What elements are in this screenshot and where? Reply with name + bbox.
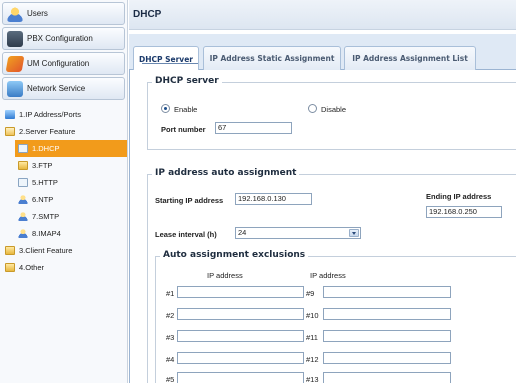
exclusion-ip-input[interactable]	[323, 308, 451, 320]
lease-interval-label: Lease interval (h)	[155, 230, 217, 239]
tree-item-server-feature[interactable]: 2.Server Feature	[0, 123, 127, 140]
tree-item-ip-address-ports[interactable]: 1.IP Address/Ports	[0, 106, 127, 123]
exclusion-row-label: #13	[306, 375, 319, 383]
ending-ip-input[interactable]: 192.168.0.250	[426, 206, 502, 218]
starting-ip-input[interactable]: 192.168.0.130	[235, 193, 312, 205]
exclusion-ip-input[interactable]	[177, 352, 304, 364]
folder-icon	[5, 263, 15, 272]
tab-label: IP Address Assignment List	[352, 54, 468, 63]
tab-dhcp-server[interactable]: DHCP Server	[133, 46, 199, 71]
nav-section-label: Network Service	[27, 84, 86, 93]
nav-section-label: PBX Configuration	[27, 34, 93, 43]
nav-section-pbx-configuration[interactable]: PBX Configuration	[2, 27, 125, 50]
main-panel: DHCP DHCP Server IP Address Static Assig…	[129, 0, 516, 383]
tree-item-label: 3.Client Feature	[19, 246, 73, 255]
exclusion-row-label: #11	[306, 333, 318, 342]
nav-section-label: UM Configuration	[27, 59, 90, 68]
enable-radio[interactable]	[161, 104, 170, 113]
tab-ip-address-static-assignment[interactable]: IP Address Static Assignment	[203, 46, 341, 70]
group-title: DHCP server	[152, 76, 222, 86]
tree-item-client-feature[interactable]: 3.Client Feature	[0, 242, 127, 259]
disable-label: Disable	[321, 105, 347, 114]
tree-item-ntp[interactable]: 6.NTP	[0, 191, 127, 208]
dhcp-server-group: DHCP server	[147, 76, 516, 150]
port-number-label: Port number	[161, 125, 206, 134]
ip-address-column-header: IP address	[207, 271, 243, 280]
exclusion-row-label: #1	[166, 289, 175, 298]
tree-item-label: 1.DHCP	[32, 144, 60, 153]
exclusion-row-label: #10	[306, 311, 319, 320]
tree-item-label: 8.IMAP4	[32, 229, 61, 238]
tree-item-other[interactable]: 4.Other	[0, 259, 127, 276]
tab-label: IP Address Static Assignment	[209, 54, 335, 63]
um-icon	[5, 55, 25, 72]
tree-item-ftp[interactable]: 3.FTP	[0, 157, 127, 174]
tree-item-label: 6.NTP	[32, 195, 54, 204]
document-icon	[18, 178, 28, 187]
ip-address-column-header: IP address	[310, 271, 346, 280]
folder-open-icon	[5, 127, 15, 136]
exclusion-ip-input[interactable]	[177, 372, 304, 383]
group-title: Auto assignment exclusions	[160, 250, 309, 260]
tree-item-label: 2.Server Feature	[19, 127, 76, 136]
nav-section-label: Users	[27, 9, 48, 18]
exclusion-ip-input[interactable]	[323, 372, 451, 383]
group-title: IP address auto assignment	[152, 168, 300, 178]
page-title: DHCP	[129, 0, 516, 30]
port-number-input[interactable]: 67	[215, 122, 292, 134]
tree-item-label: 7.SMTP	[32, 212, 60, 221]
tab-ip-address-assignment-list[interactable]: IP Address Assignment List	[344, 46, 476, 70]
nav-section-um-configuration[interactable]: UM Configuration	[2, 52, 125, 75]
tree-item-smtp[interactable]: 7.SMTP	[0, 208, 127, 225]
tree-item-label: 4.Other	[19, 263, 45, 272]
tree-item-imap4[interactable]: 8.IMAP4	[0, 225, 127, 242]
nav-section-users[interactable]: Users	[2, 2, 125, 25]
tab-strip: DHCP Server IP Address Static Assignment…	[129, 34, 516, 71]
lease-interval-select[interactable]: 24	[235, 227, 361, 239]
folder-icon	[5, 246, 15, 255]
nav-tree: 1.IP Address/Ports 2.Server Feature 1.DH…	[0, 106, 127, 276]
users-icon	[7, 5, 23, 22]
exclusion-ip-input[interactable]	[323, 286, 451, 298]
exclusion-row-label: #12	[306, 355, 319, 364]
user-icon	[18, 229, 28, 238]
tab-content: DHCP server Enable Disable Port number 6…	[129, 70, 516, 383]
exclusion-row-label: #9	[306, 289, 315, 298]
disable-radio[interactable]	[308, 104, 317, 113]
tree-item-label: 1.IP Address/Ports	[19, 110, 81, 119]
starting-ip-label: Starting IP address	[155, 196, 224, 205]
exclusion-row-label: #3	[166, 333, 175, 342]
ending-ip-label: Ending IP address	[426, 192, 492, 201]
exclusion-ip-input[interactable]	[177, 286, 304, 298]
tree-item-label: 3.FTP	[32, 161, 53, 170]
exclusion-ip-input[interactable]	[177, 308, 304, 320]
exclusion-ip-input[interactable]	[323, 352, 451, 364]
network-icon	[7, 80, 23, 97]
nav-section-network-service[interactable]: Network Service	[2, 77, 125, 100]
exclusion-ip-input[interactable]	[177, 330, 304, 342]
exclusion-row-label: #2	[166, 311, 175, 320]
exclusion-row-label: #5	[166, 375, 175, 383]
chevron-down-icon[interactable]	[349, 229, 359, 237]
enable-label: Enable	[174, 105, 198, 114]
document-icon	[18, 144, 28, 153]
exclusion-row-label: #4	[166, 355, 175, 364]
tab-active-indicator	[142, 63, 198, 64]
lease-interval-value: 24	[238, 228, 247, 237]
tree-item-label: 5.HTTP	[32, 178, 58, 187]
exclusion-ip-input[interactable]	[323, 330, 451, 342]
pbx-icon	[7, 30, 23, 47]
network-icon	[5, 110, 15, 119]
user-icon	[18, 195, 28, 204]
tree-item-dhcp[interactable]: 1.DHCP	[15, 140, 127, 157]
user-icon	[18, 212, 28, 221]
tree-item-http[interactable]: 5.HTTP	[0, 174, 127, 191]
folder-icon	[18, 161, 28, 170]
sidebar: Users PBX Configuration UM Configuration…	[0, 0, 128, 383]
